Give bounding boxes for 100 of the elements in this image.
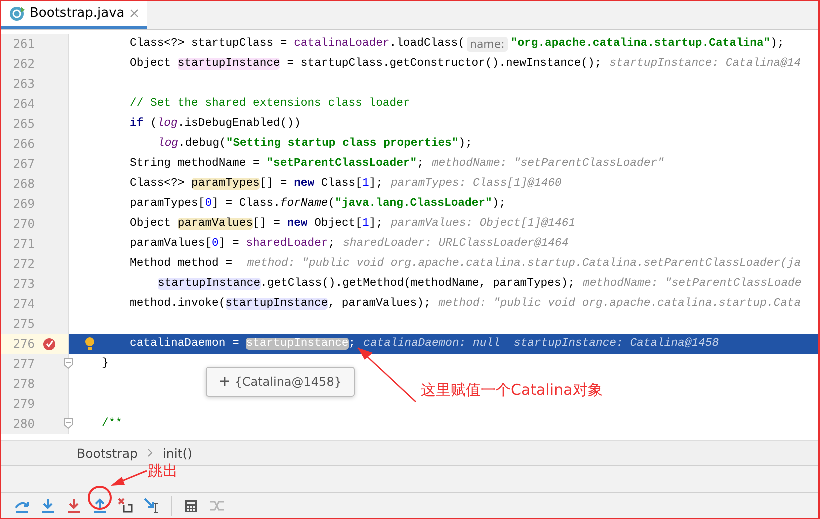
close-icon[interactable] [130, 9, 139, 18]
code-text: ]; [369, 178, 383, 190]
line-number: 272 [12, 257, 35, 271]
line-number: 266 [12, 137, 35, 151]
code-text: 1 [362, 178, 370, 190]
code-text: ); [458, 138, 472, 150]
inline-value-hint: method: "public void org.apache.catalina.startup.Catalina.setParentClassLoader(ja [247, 258, 802, 270]
code-text: log [158, 138, 179, 150]
breadcrumb[interactable]: init() [162, 446, 192, 460]
inline-value-hint: sharedLoader: URLClassLoader@1464 [343, 238, 569, 250]
line-number: 277 [12, 357, 35, 371]
code-text: forName [280, 198, 328, 210]
code-text: ]; [369, 218, 383, 230]
code-text: startupInstance [158, 278, 261, 290]
line-number: 268 [12, 177, 35, 191]
code-text: , paramValues); [328, 298, 431, 310]
code-text: Class<?> startupClass = [130, 38, 288, 50]
line-number: 275 [12, 317, 35, 331]
code-text: startupInstance [246, 338, 349, 350]
parameter-hint: name: [466, 36, 508, 52]
code-text: "Setting startup class properties" [226, 138, 459, 150]
code-text: .debug( [178, 138, 226, 150]
code-text: ; [417, 158, 424, 170]
line-number: 279 [12, 397, 35, 411]
code-text: startupInstance [226, 298, 328, 310]
annotation-text: 跳出 [148, 462, 178, 481]
line-number: 265 [12, 117, 35, 131]
code-text: Object [130, 58, 172, 70]
line-number: 270 [12, 217, 35, 231]
code-text: "org.apache.catalina.startup.Catalina" [510, 38, 771, 50]
line-number: 261 [12, 37, 35, 51]
line-number: 278 [12, 377, 35, 391]
inline-value-hint: paramValues: Object[1]@1461 [390, 218, 576, 230]
code-text: if [130, 118, 144, 130]
code-text: ; [328, 238, 336, 250]
code-text: "java.lang.ClassLoader" [335, 198, 492, 210]
code-text: .loadClass( [390, 38, 465, 50]
code-text: paramTypes [192, 178, 260, 190]
code-text: ] = Class. [212, 198, 280, 210]
line-number: 263 [12, 77, 35, 91]
breadcrumb[interactable]: Bootstrap [77, 446, 138, 460]
code-comment: /** [102, 418, 123, 430]
inline-value-hint: catalinaDaemon: null startupInstance: Catalina@1458 [364, 338, 720, 350]
line-number: 280 [12, 417, 35, 431]
code-text: method.invoke( [130, 298, 226, 310]
code-text: ( [150, 118, 158, 130]
tooltip-value: {Catalina@1458} [234, 375, 342, 389]
code-text: catalinaDaemon = [130, 338, 240, 350]
code-text: .getClass().getMethod(methodName, paramTypes); [260, 278, 575, 290]
chevron-icon [148, 449, 153, 457]
editor-tab[interactable]: Bootstrap.java [1, 1, 147, 29]
fold-icon[interactable] [64, 418, 73, 429]
inline-value-hint: method: "public void org.apache.catalina.startup.Cata [438, 298, 802, 310]
code-text: new [294, 178, 315, 190]
line-number: 267 [12, 157, 35, 171]
inline-value-hint: startupInstance: Catalina@14 [610, 58, 802, 70]
code-text: 0 [205, 198, 212, 210]
line-number: 262 [12, 57, 35, 71]
code-text: ; [348, 338, 356, 350]
annotation-text: 这里赋值一个Catalina对象 [421, 381, 603, 400]
class-file-icon [9, 6, 25, 22]
line-number: 274 [12, 297, 35, 311]
code-text: ); [492, 198, 506, 210]
code-text: ( [328, 198, 336, 210]
code-text: paramTypes[ [130, 198, 206, 210]
code-text: new [287, 218, 308, 230]
code-text: ] = [218, 238, 240, 250]
code-text: Class<?> [130, 178, 186, 190]
code-text: Method method = [130, 258, 234, 270]
annotation-arrow [358, 348, 416, 402]
code-text: startupInstance [178, 58, 280, 70]
expand-icon[interactable]: + [219, 374, 231, 390]
code-text: "setParentClassLoader" [266, 158, 418, 170]
breakpoint-icon[interactable] [43, 338, 56, 350]
code-text: Object [130, 218, 172, 230]
fold-icon[interactable] [64, 358, 73, 369]
code-text: log [157, 118, 178, 130]
code-text: Class[ [320, 178, 362, 190]
code-text: sharedLoader [246, 238, 328, 250]
code-text: 1 [362, 218, 370, 230]
line-number: 264 [12, 97, 35, 111]
code-comment: // Set the shared extensions class loader [130, 98, 410, 110]
code-text: ); [770, 38, 784, 50]
line-number: 271 [12, 237, 35, 251]
code-text: catalinaLoader [294, 38, 390, 50]
code-text: } [102, 358, 109, 370]
value-tooltip[interactable]: + {Catalina@1458} [206, 367, 355, 397]
inline-value-hint: paramTypes: Class[1]@1460 [390, 178, 562, 190]
inline-value-hint: methodName: "setParentClassLoader" [432, 158, 664, 170]
lightbulb-icon[interactable] [85, 337, 95, 351]
code-text: 0 [212, 238, 219, 250]
line-number: 276 [12, 337, 35, 351]
annotation-arrow [111, 470, 148, 486]
code-text: paramValues[ [130, 238, 212, 250]
annotation-circle [88, 486, 112, 510]
code-text: Object[ [314, 218, 362, 230]
code-text: [] = [260, 178, 288, 190]
code-text: String methodName = [130, 158, 261, 170]
inline-value-hint: methodName: "setParentClassLoade [582, 278, 802, 290]
code-text: [] = [253, 218, 282, 230]
